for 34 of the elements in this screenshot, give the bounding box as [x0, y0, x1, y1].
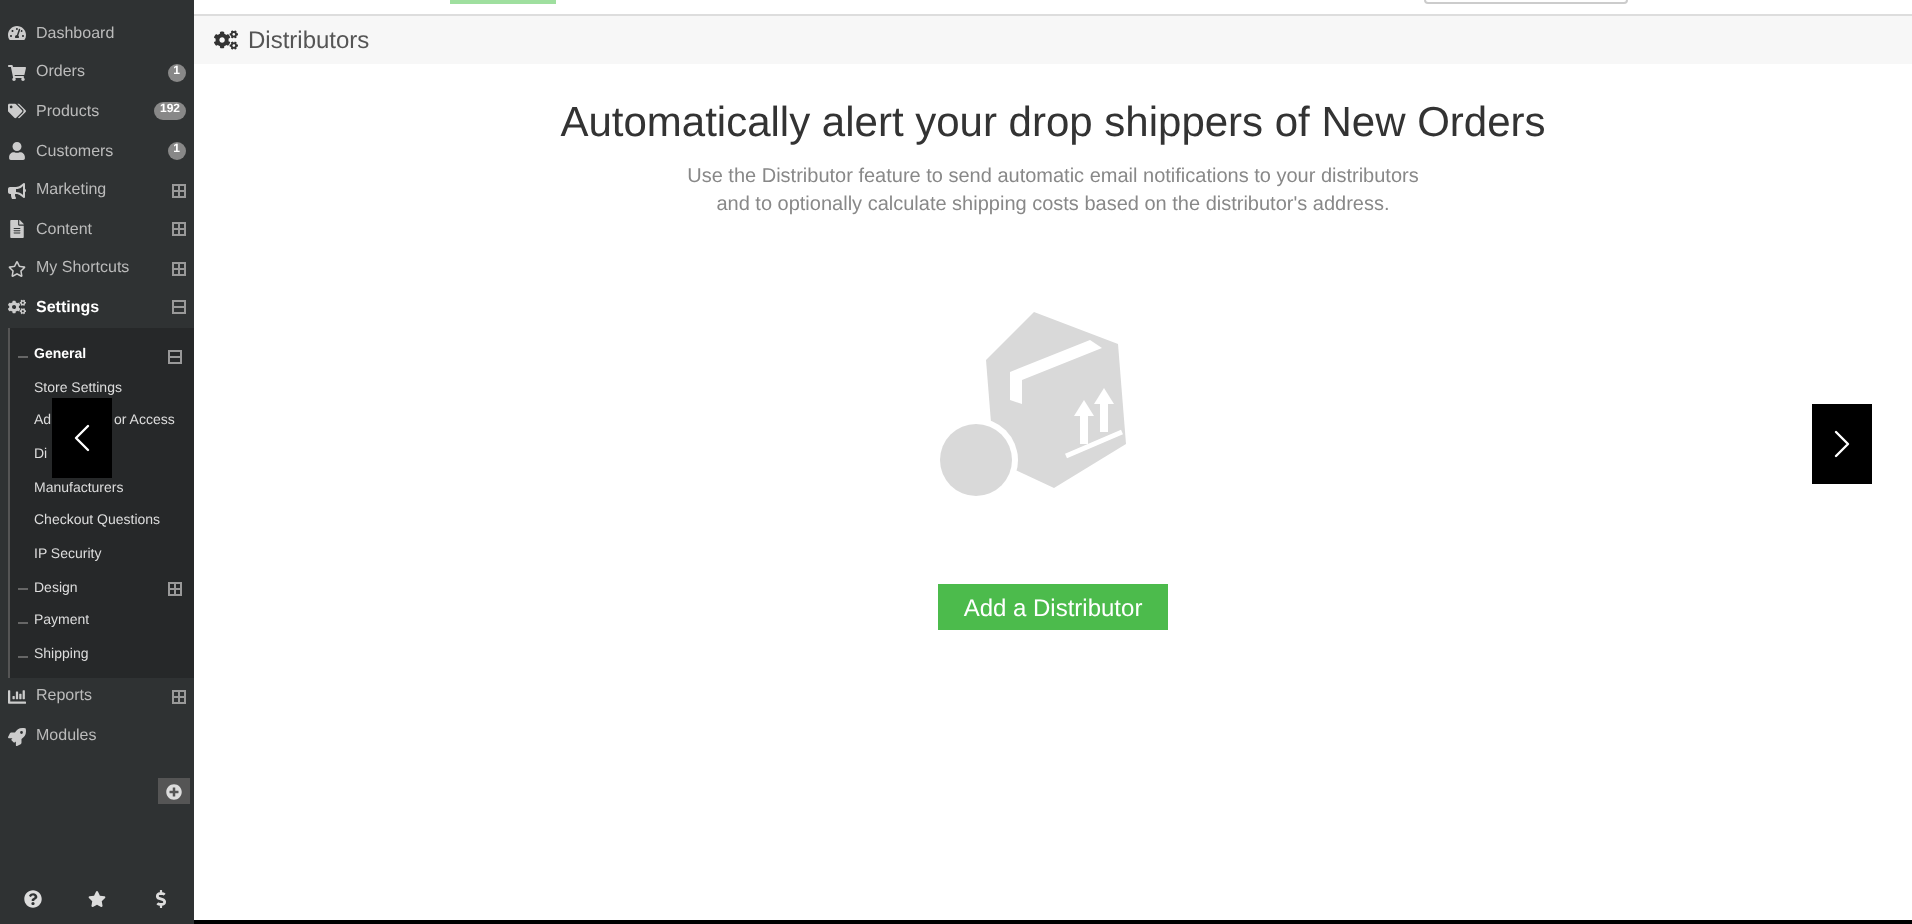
megaphone-icon	[8, 181, 26, 200]
sidebar-item[interactable]: Content	[0, 209, 194, 250]
expand-icon[interactable]	[168, 582, 182, 597]
dollar-icon[interactable]	[152, 889, 171, 907]
collapse-icon[interactable]	[168, 349, 182, 364]
cart-icon	[8, 63, 26, 82]
gears-icon	[214, 28, 238, 52]
gears-icon	[8, 298, 26, 317]
sidebar-item[interactable]: Marketing	[0, 170, 194, 210]
star-icon[interactable]	[87, 889, 106, 907]
tag-icon	[8, 102, 26, 121]
headline: Automatically alert your drop shippers of New Orders	[560, 98, 1546, 150]
bar-chart-icon	[8, 687, 26, 706]
dashboard-icon	[8, 24, 26, 43]
sidebar-item[interactable]: Modules	[0, 716, 194, 756]
expand-icon[interactable]	[172, 183, 186, 198]
add-button[interactable]	[158, 778, 190, 804]
star-icon	[8, 259, 26, 278]
expand-icon[interactable]	[172, 689, 186, 704]
description-text: Use the Distributor feature to send automatic email notifications to your distributors	[687, 164, 1419, 192]
sidebar-item[interactable]: My Shortcuts	[0, 249, 194, 289]
document-icon	[8, 220, 26, 239]
collapse-icon[interactable]	[172, 300, 186, 315]
plus-icon	[166, 783, 182, 799]
sidebar-item[interactable]: Reports	[0, 677, 194, 717]
expand-icon[interactable]	[172, 261, 186, 276]
help-icon[interactable]	[23, 889, 42, 907]
sidebar-item[interactable]: Dashboard	[0, 14, 194, 54]
description-text: and to optionally calculate shipping costs based on the distributor's address.	[716, 192, 1390, 220]
rocket-icon	[8, 727, 26, 746]
user-icon	[8, 142, 26, 161]
expand-icon[interactable]	[172, 222, 186, 237]
page-title: Distributors	[248, 24, 370, 58]
sidebar-item[interactable]: Settings	[0, 288, 194, 328]
